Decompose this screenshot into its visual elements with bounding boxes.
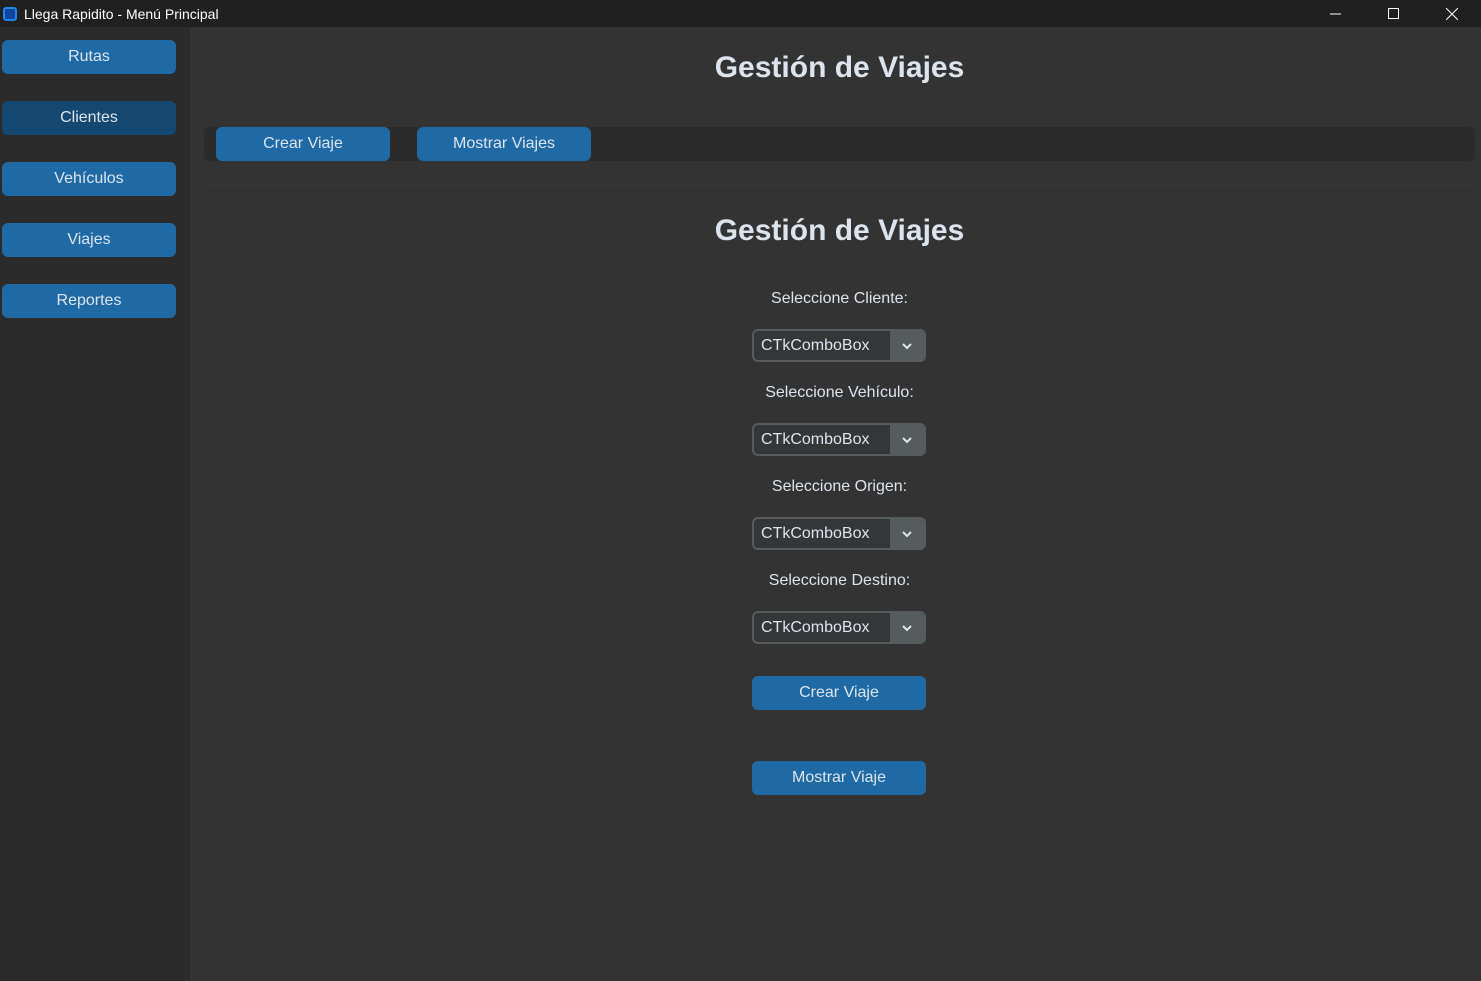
origen-combobox-value: CTkComboBox (761, 525, 870, 542)
mostrar-viaje-button[interactable]: Mostrar Viaje (752, 761, 926, 795)
tab-bar: Crear Viaje Mostrar Viajes (204, 127, 1475, 161)
maximize-button[interactable] (1365, 0, 1423, 27)
tab-crear-viaje[interactable]: Crear Viaje (216, 127, 390, 161)
destino-combobox-value: CTkComboBox (761, 619, 870, 636)
sidebar-item-viajes[interactable]: Viajes (2, 223, 176, 257)
origen-combobox[interactable]: CTkComboBox (752, 517, 926, 550)
destino-combobox[interactable]: CTkComboBox (752, 611, 926, 644)
form-title: Gestión de Viajes (714, 214, 965, 247)
chevron-down-icon[interactable] (890, 331, 924, 360)
form-panel: Gestión de Viajes Seleccione Cliente: CT… (204, 185, 1475, 981)
window-controls (1307, 0, 1481, 27)
page-title: Gestión de Viajes (714, 51, 965, 84)
cliente-label: Seleccione Cliente: (771, 290, 908, 307)
minimize-icon (1330, 13, 1341, 14)
close-button[interactable] (1423, 0, 1481, 27)
vehiculo-combobox[interactable]: CTkComboBox (752, 423, 926, 456)
sidebar-item-clientes[interactable]: Clientes (2, 101, 176, 135)
main-content: Gestión de Viajes Crear Viaje Mostrar Vi… (190, 27, 1481, 981)
crear-viaje-button[interactable]: Crear Viaje (752, 676, 926, 710)
app-icon (3, 6, 17, 21)
vehiculo-label: Seleccione Vehículo: (765, 384, 914, 401)
vehiculo-combobox-value: CTkComboBox (761, 431, 870, 448)
chevron-down-icon[interactable] (890, 519, 924, 548)
sidebar-item-rutas[interactable]: Rutas (2, 40, 176, 74)
minimize-button[interactable] (1307, 0, 1365, 27)
sidebar-item-reportes[interactable]: Reportes (2, 284, 176, 318)
sidebar-item-vehiculos[interactable]: Vehículos (2, 162, 176, 196)
cliente-combobox[interactable]: CTkComboBox (752, 329, 926, 362)
destino-label: Seleccione Destino: (768, 572, 911, 589)
origen-label: Seleccione Origen: (771, 478, 908, 495)
maximize-icon (1388, 7, 1399, 19)
cliente-combobox-value: CTkComboBox (761, 337, 870, 354)
tab-mostrar-viajes[interactable]: Mostrar Viajes (417, 127, 591, 161)
chevron-down-icon[interactable] (890, 613, 924, 642)
chevron-down-icon[interactable] (890, 425, 924, 454)
window-title: Llega Rapidito - Menú Principal (24, 5, 219, 22)
close-icon (1446, 7, 1458, 20)
sidebar: Rutas Clientes Vehículos Viajes Reportes (0, 27, 190, 981)
title-bar: Llega Rapidito - Menú Principal (0, 0, 1481, 27)
